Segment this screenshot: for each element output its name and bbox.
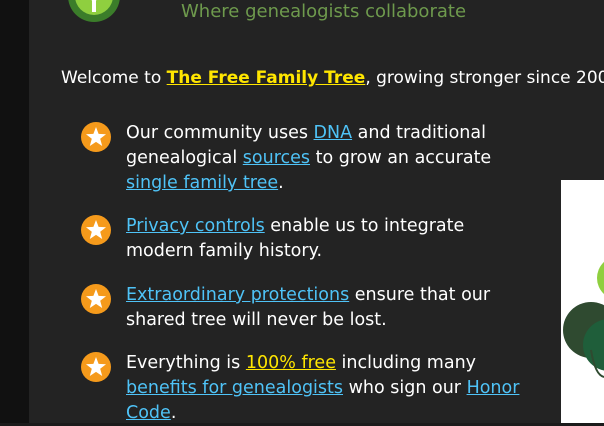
extraordinary-protections-link[interactable]: Extraordinary protections <box>126 285 349 305</box>
left-edge <box>0 0 29 423</box>
tree-illustration <box>563 261 604 378</box>
welcome-prefix: Welcome to <box>61 68 167 88</box>
sources-link[interactable]: sources <box>243 148 310 168</box>
site-logo[interactable] <box>36 0 136 22</box>
tree-image-panel <box>561 180 604 423</box>
text: . <box>170 403 177 423</box>
welcome-suffix: , growing stronger since 2008 <box>365 68 604 88</box>
feature-text: Extraordinary protections ensure that ou… <box>126 283 536 333</box>
text: Everything is <box>126 353 246 373</box>
feature-text: Privacy controls enable us to integrate … <box>126 214 536 264</box>
star-icon <box>81 284 111 314</box>
privacy-controls-link[interactable]: Privacy controls <box>126 216 265 236</box>
brand-link[interactable]: The Free Family Tree <box>167 68 366 88</box>
tagline: Where genealogists collaborate <box>181 1 467 22</box>
text: Our community uses <box>126 123 314 143</box>
dna-link[interactable]: DNA <box>314 123 353 143</box>
star-icon <box>81 215 111 245</box>
welcome-line: Welcome to The Free Family Tree, growing… <box>61 68 604 88</box>
text: to grow an accurate <box>310 148 492 168</box>
benefits-link[interactable]: benefits for genealogists <box>126 378 343 398</box>
text: including many <box>335 353 477 373</box>
text: who sign our <box>343 378 467 398</box>
feature-text: Our community uses DNA and traditional g… <box>126 121 536 196</box>
text: . <box>278 173 284 193</box>
feature-text: Everything is 100% free including many b… <box>126 351 536 426</box>
single-family-tree-link[interactable]: single family tree <box>126 173 278 193</box>
free-link[interactable]: 100% free <box>246 353 336 373</box>
star-icon <box>81 122 111 152</box>
star-icon <box>81 352 111 382</box>
